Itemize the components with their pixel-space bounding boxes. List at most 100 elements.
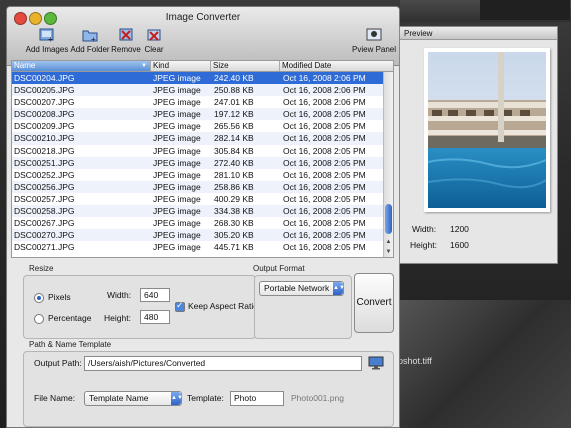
cell-size: 445.71 KB xyxy=(214,242,254,253)
height-label: Height: xyxy=(104,313,131,323)
add-images-icon: + xyxy=(38,27,56,44)
convert-button[interactable]: Convert xyxy=(354,273,394,333)
table-scrollbar[interactable]: ▲ ▼ xyxy=(383,72,393,257)
scroll-down-icon[interactable]: ▼ xyxy=(384,248,393,257)
table-row[interactable]: DSC00256.JPG JPEG image 258.86 KB Oct 16, 2… xyxy=(12,180,384,193)
cell-date: Oct 16, 2008 2:05 PM xyxy=(283,206,366,217)
cell-size: 265.56 KB xyxy=(214,121,254,132)
file-name-label: File Name: xyxy=(34,393,76,403)
table-row[interactable]: DSC00267.JPG JPEG image 268.30 KB Oct 16, 2… xyxy=(12,217,384,229)
cell-kind: JPEG image xyxy=(153,206,201,217)
cell-date: Oct 16, 2008 2:06 PM xyxy=(283,85,366,96)
preview-height-value: 1600 xyxy=(450,240,469,250)
table-row[interactable]: DSC00210.JPG JPEG image 282.14 KB Oct 16, 2… xyxy=(12,132,384,145)
cell-kind: JPEG image xyxy=(153,145,201,156)
svg-text:+: + xyxy=(91,35,96,43)
percentage-radio[interactable] xyxy=(34,314,44,324)
table-row[interactable]: DSC00205.JPG JPEG image 250.88 KB Oct 16, 2… xyxy=(12,84,384,97)
height-input[interactable]: 480 xyxy=(140,310,170,324)
column-modified-date[interactable]: Modified Date xyxy=(280,61,393,71)
table-row[interactable]: DSC00218.JPG JPEG image 305.84 KB Oct 16, 2… xyxy=(12,145,384,157)
cell-name: DSC00207.JPG xyxy=(14,97,75,108)
image-converter-window: Image Converter + Add Images + Add Folde… xyxy=(6,6,400,428)
cell-size: 400.29 KB xyxy=(214,193,254,204)
remove-icon xyxy=(117,27,135,43)
path-group: Output Path: /Users/aish/Pictures/Conver… xyxy=(23,351,394,427)
add-images-button[interactable]: + Add Images xyxy=(25,27,69,54)
remove-button[interactable]: Remove xyxy=(111,27,141,54)
pixels-radio[interactable] xyxy=(34,293,44,303)
cell-size: 247.01 KB xyxy=(214,97,254,108)
add-folder-button[interactable]: + Add Folder xyxy=(69,27,111,54)
table-row[interactable]: DSC00271.JPG JPEG image 445.71 KB Oct 16, 2… xyxy=(12,241,384,253)
cell-date: Oct 16, 2008 2:05 PM xyxy=(283,242,366,253)
cell-name: DSC00271.JPG xyxy=(14,242,75,253)
cell-date: Oct 16, 2008 2:05 PM xyxy=(283,133,366,144)
width-label: Width: xyxy=(107,290,132,300)
cell-size: 197.12 KB xyxy=(214,109,254,120)
column-size[interactable]: Size xyxy=(211,61,280,71)
cell-date: Oct 16, 2008 2:05 PM xyxy=(283,193,366,204)
output-format-select[interactable]: Portable Network ▲▼ xyxy=(259,281,345,296)
cell-name: DSC00218.JPG xyxy=(14,145,75,156)
output-format-label: Output Format xyxy=(253,264,305,273)
cell-date: Oct 16, 2008 2:05 PM xyxy=(283,145,366,156)
file-table[interactable]: Name ▼ Kind Size Modified Date DSC00204.J… xyxy=(11,60,394,258)
table-row[interactable]: DSC00257.JPG JPEG image 400.29 KB Oct 16, 2… xyxy=(12,193,384,205)
monitor-icon xyxy=(368,356,384,370)
preview-panel: Preview Width: 1200 Height: 1600 xyxy=(399,26,558,264)
preview-width-value: 1200 xyxy=(450,224,469,234)
template-label: Template: xyxy=(187,393,224,403)
file-name-select[interactable]: Template Name ▲▼ xyxy=(84,391,183,406)
cell-kind: JPEG image xyxy=(153,181,201,192)
column-name-label: Name xyxy=(14,61,36,70)
cell-name: DSC00256.JPG xyxy=(14,181,75,192)
add-folder-label: Add Folder xyxy=(70,45,110,54)
cell-size: 258.86 KB xyxy=(214,181,254,192)
keep-aspect-ratio-checkbox[interactable] xyxy=(175,300,185,312)
percentage-label: Percentage xyxy=(48,313,92,323)
output-path-input[interactable]: /Users/aish/Pictures/Converted xyxy=(84,356,362,371)
table-row[interactable]: DSC00258.JPG JPEG image 334.38 KB Oct 16, 2… xyxy=(12,205,384,218)
table-row[interactable]: DSC00204.JPG JPEG image 242.40 KB Oct 16, 2… xyxy=(12,72,384,85)
cell-size: 272.40 KB xyxy=(214,157,254,168)
table-row[interactable]: DSC00207.JPG JPEG image 247.01 KB Oct 16, 2… xyxy=(12,96,384,108)
width-input[interactable]: 640 xyxy=(140,288,170,302)
add-folder-icon: + xyxy=(81,27,99,44)
template-input[interactable]: Photo xyxy=(230,391,284,406)
svg-text:+: + xyxy=(48,35,53,43)
cell-date: Oct 16, 2008 2:05 PM xyxy=(283,109,366,120)
cell-size: 334.38 KB xyxy=(214,206,254,217)
cell-name: DSC00208.JPG xyxy=(14,109,75,120)
cell-date: Oct 16, 2008 2:06 PM xyxy=(283,97,366,108)
table-scrollbar-thumb[interactable] xyxy=(385,204,392,234)
table-header: Name ▼ Kind Size Modified Date xyxy=(12,61,393,72)
choose-folder-button[interactable] xyxy=(368,356,384,370)
table-row[interactable]: DSC00251.JPG JPEG image 272.40 KB Oct 16, 2… xyxy=(12,156,384,169)
column-kind[interactable]: Kind xyxy=(151,61,211,71)
cell-name: DSC00204.JPG xyxy=(14,73,75,83)
cell-kind: JPEG image xyxy=(153,97,201,108)
cell-name: DSC00205.JPG xyxy=(14,85,75,96)
cell-size: 305.84 KB xyxy=(214,145,254,156)
table-row[interactable]: DSC00209.JPG JPEG image 265.56 KB Oct 16, 2… xyxy=(12,120,384,132)
pixels-label: Pixels xyxy=(48,292,71,302)
cell-name: DSC00252.JPG xyxy=(14,169,75,180)
table-row[interactable]: DSC00208.JPG JPEG image 197.12 KB Oct 16, 2… xyxy=(12,108,384,121)
preview-panel-label: Pview Panel xyxy=(352,45,397,54)
desktop-file-label[interactable]: pshot.tiff xyxy=(398,356,432,366)
cell-name: DSC00270.JPG xyxy=(14,230,75,241)
scroll-up-icon[interactable]: ▲ xyxy=(384,238,393,247)
table-row[interactable]: DSC00270.JPG JPEG image 305.20 KB Oct 16, 2… xyxy=(12,229,384,242)
cell-kind: JPEG image xyxy=(153,242,201,253)
template-example: Photo001.png xyxy=(291,393,344,403)
window-title: Image Converter xyxy=(165,12,241,23)
cell-date: Oct 16, 2008 2:05 PM xyxy=(283,157,366,168)
table-row[interactable]: DSC00252.JPG JPEG image 281.10 KB Oct 16, 2… xyxy=(12,169,384,181)
preview-panel-button[interactable]: Pview Panel xyxy=(352,27,396,54)
title-bar: Image Converter + Add Images + Add Folde… xyxy=(7,7,399,66)
clear-button[interactable]: Clear xyxy=(142,27,166,54)
column-name[interactable]: Name ▼ xyxy=(12,61,151,71)
cell-size: 250.88 KB xyxy=(214,85,254,96)
resize-group-label: Resize xyxy=(29,264,54,273)
